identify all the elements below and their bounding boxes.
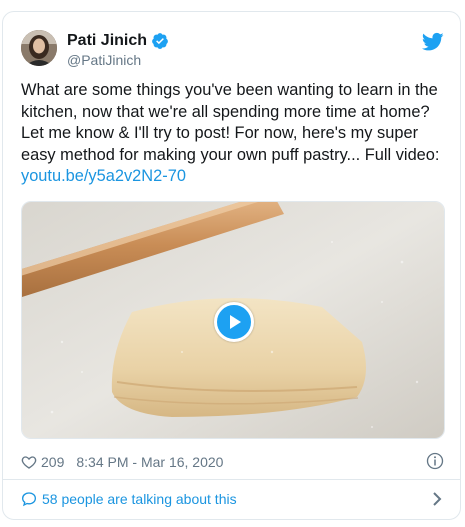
twitter-logo-icon[interactable]: [422, 32, 444, 52]
tweet-header: Pati Jinich @PatiJinich: [21, 30, 444, 70]
heart-icon[interactable]: [21, 454, 37, 470]
tweet-body: What are some things you've been wanting…: [21, 81, 440, 164]
play-button[interactable]: [214, 302, 254, 342]
author-display-name[interactable]: Pati Jinich: [67, 31, 147, 51]
tweet-card: Pati Jinich @PatiJinich What are some th…: [2, 11, 461, 520]
avatar-image: [21, 30, 57, 66]
conversation-link[interactable]: 58 people are talking about this: [21, 488, 444, 510]
divider: [3, 479, 460, 480]
conversation-label[interactable]: 58 people are talking about this: [42, 491, 237, 507]
avatar[interactable]: [21, 30, 57, 66]
chevron-right-icon[interactable]: [430, 491, 444, 507]
play-icon: [230, 315, 241, 329]
like-count[interactable]: 209: [41, 454, 64, 470]
info-icon[interactable]: [426, 452, 444, 470]
verified-badge-icon: [152, 33, 168, 49]
author-display-name-row[interactable]: Pati Jinich: [67, 31, 169, 51]
tweet-meta: 209 8:34 PM - Mar 16, 2020: [21, 452, 444, 472]
media-video[interactable]: [21, 201, 445, 439]
author-handle[interactable]: @PatiJinich: [67, 51, 169, 69]
timestamp[interactable]: 8:34 PM - Mar 16, 2020: [76, 454, 223, 470]
speech-bubble-icon: [21, 492, 37, 507]
tweet-link[interactable]: youtu.be/y5a2v2N2-70: [21, 167, 186, 185]
tweet-text: What are some things you've been wanting…: [21, 80, 445, 188]
author-names: Pati Jinich @PatiJinich: [67, 31, 169, 69]
